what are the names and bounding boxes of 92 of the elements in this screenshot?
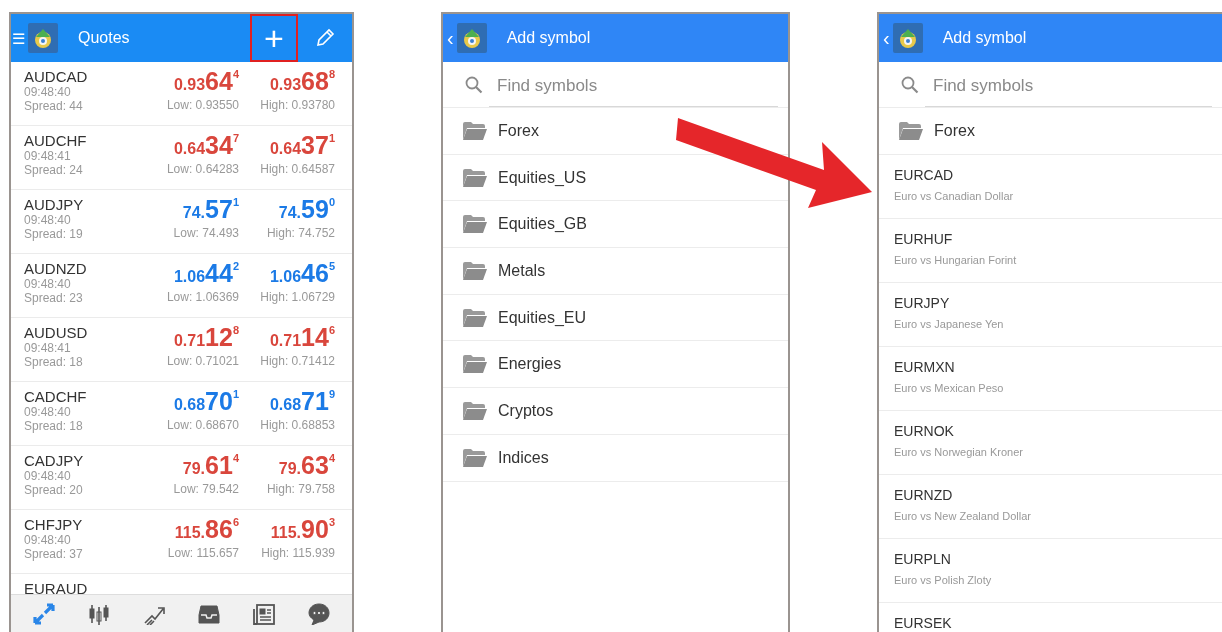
- spread-text: Spread: 18: [24, 420, 84, 432]
- pencil-icon[interactable]: [315, 28, 335, 48]
- quote-time: 09:48:40: [24, 86, 72, 98]
- folder-icon: [463, 448, 487, 467]
- high-price: High: 1.06729: [260, 291, 335, 303]
- high-price: High: 79.758: [266, 483, 335, 495]
- folder-row[interactable]: Cryptos: [463, 398, 560, 423]
- symbol-name[interactable]: EURNZD: [894, 487, 1222, 502]
- symbol-name: AUDJPY: [24, 197, 85, 212]
- high-price: High: 115.939: [261, 547, 335, 559]
- low-price: Low: 0.64283: [166, 163, 239, 175]
- search-field[interactable]: Find symbols: [489, 66, 778, 107]
- folder-icon: [463, 168, 487, 187]
- arrows-icon[interactable]: [33, 603, 56, 625]
- folder-row[interactable]: Forex: [463, 118, 545, 143]
- symbol-description: Euro vs Polish Zloty: [894, 574, 993, 586]
- screen-title: Add symbol: [506, 28, 591, 48]
- low-price: Low: 0.68670: [166, 419, 239, 431]
- spread-text: Spread: 19: [24, 228, 84, 240]
- symbol-name[interactable]: EURCAD: [894, 167, 1222, 182]
- low-price: Low: 115.657: [167, 547, 239, 559]
- inbox-icon[interactable]: [197, 603, 220, 625]
- search-field[interactable]: Find symbols: [925, 66, 1212, 107]
- folder-row[interactable]: Indices: [463, 445, 555, 470]
- back-button[interactable]: ‹: [443, 28, 457, 48]
- spread-text: Spread: 37: [24, 548, 84, 560]
- folder-row[interactable]: Metals: [463, 258, 552, 283]
- symbol-name: CADCHF: [24, 389, 88, 404]
- folder-row[interactable]: Equities_US: [463, 165, 593, 190]
- high-price: High: 0.64587: [260, 163, 335, 175]
- chat-bubble-icon[interactable]: [307, 603, 330, 625]
- spread-text: Spread: 20: [24, 484, 84, 496]
- folder-icon: [463, 355, 487, 374]
- folder-icon: [899, 121, 923, 140]
- search-icon: [901, 75, 919, 94]
- low-price: Low: 79.542: [173, 483, 239, 495]
- symbol-name[interactable]: EURMXN: [894, 359, 1222, 374]
- quote-time: 09:48:40: [24, 278, 72, 290]
- spread-text: Spread: 24: [24, 164, 84, 176]
- screen-title: Add symbol: [942, 28, 1027, 48]
- folder-icon: [463, 121, 487, 140]
- symbol-name: EURAUD: [24, 581, 89, 594]
- folder-row[interactable]: Energies: [463, 352, 568, 377]
- low-price: Low: 0.71021: [166, 355, 239, 367]
- symbol-name: CHFJPY: [24, 517, 84, 532]
- symbol-name[interactable]: EURSEK: [894, 615, 1222, 630]
- app-logo-icon: [892, 23, 923, 53]
- quote-time: 09:48:40: [24, 534, 72, 546]
- high-price: High: 0.71412: [260, 355, 335, 367]
- symbol-description: Euro vs Canadian Dollar: [894, 190, 1015, 202]
- symbol-name: AUDCHF: [24, 133, 88, 148]
- folder-row[interactable]: Forex: [879, 108, 1222, 155]
- spread-text: Spread: 18: [24, 356, 84, 368]
- symbol-description: Euro vs Hungarian Forint: [894, 254, 1018, 266]
- search-icon: [465, 75, 483, 94]
- quote-time: 09:48:40: [24, 406, 72, 418]
- high-price: High: 0.93780: [260, 99, 335, 111]
- symbol-name[interactable]: EURPLN: [894, 551, 1222, 566]
- spread-text: Spread: 23: [24, 292, 84, 304]
- candlestick-icon[interactable]: [88, 603, 111, 625]
- app-logo-icon: [456, 23, 487, 53]
- high-price: High: 74.752: [266, 227, 335, 239]
- symbol-name[interactable]: EURNOK: [894, 423, 1222, 438]
- low-price: Low: 1.06369: [166, 291, 239, 303]
- quote-time: 09:48:41: [24, 150, 72, 162]
- spread-text: Spread: 44: [24, 100, 84, 112]
- folder-icon: [463, 261, 487, 280]
- quote-time: 09:48:40: [24, 470, 72, 482]
- folder-row[interactable]: Equities_EU: [463, 305, 593, 330]
- folder-icon: [463, 401, 487, 420]
- symbol-name: AUDCAD: [24, 69, 89, 84]
- symbol-description: Euro vs Norwegian Kroner: [894, 446, 1024, 458]
- high-price: High: 0.68853: [260, 419, 335, 431]
- folder-icon: [463, 308, 487, 327]
- folder-row[interactable]: Equities_GB: [463, 212, 593, 237]
- folder-icon: [463, 215, 487, 234]
- symbol-name: AUDUSD: [24, 325, 89, 340]
- low-price: Low: 74.493: [173, 227, 239, 239]
- back-button[interactable]: ‹: [879, 28, 893, 48]
- symbol-name: AUDNZD: [24, 261, 88, 276]
- symbol-description: Euro vs New Zealand Dollar: [894, 510, 1032, 522]
- quote-time: 09:48:40: [24, 214, 72, 226]
- symbol-name[interactable]: EURHUF: [894, 231, 1222, 246]
- symbol-name: CADJPY: [24, 453, 85, 468]
- symbol-description: Euro vs Japanese Yen: [894, 318, 1005, 330]
- newspaper-icon[interactable]: [252, 603, 275, 625]
- low-price: Low: 0.93550: [166, 99, 239, 111]
- symbol-name[interactable]: EURJPY: [894, 295, 1222, 310]
- app-logo-icon: [28, 23, 58, 53]
- symbol-description: Euro vs Mexican Peso: [894, 382, 1005, 394]
- quote-time: 09:48:41: [24, 342, 72, 354]
- screen-title: Quotes: [78, 28, 131, 48]
